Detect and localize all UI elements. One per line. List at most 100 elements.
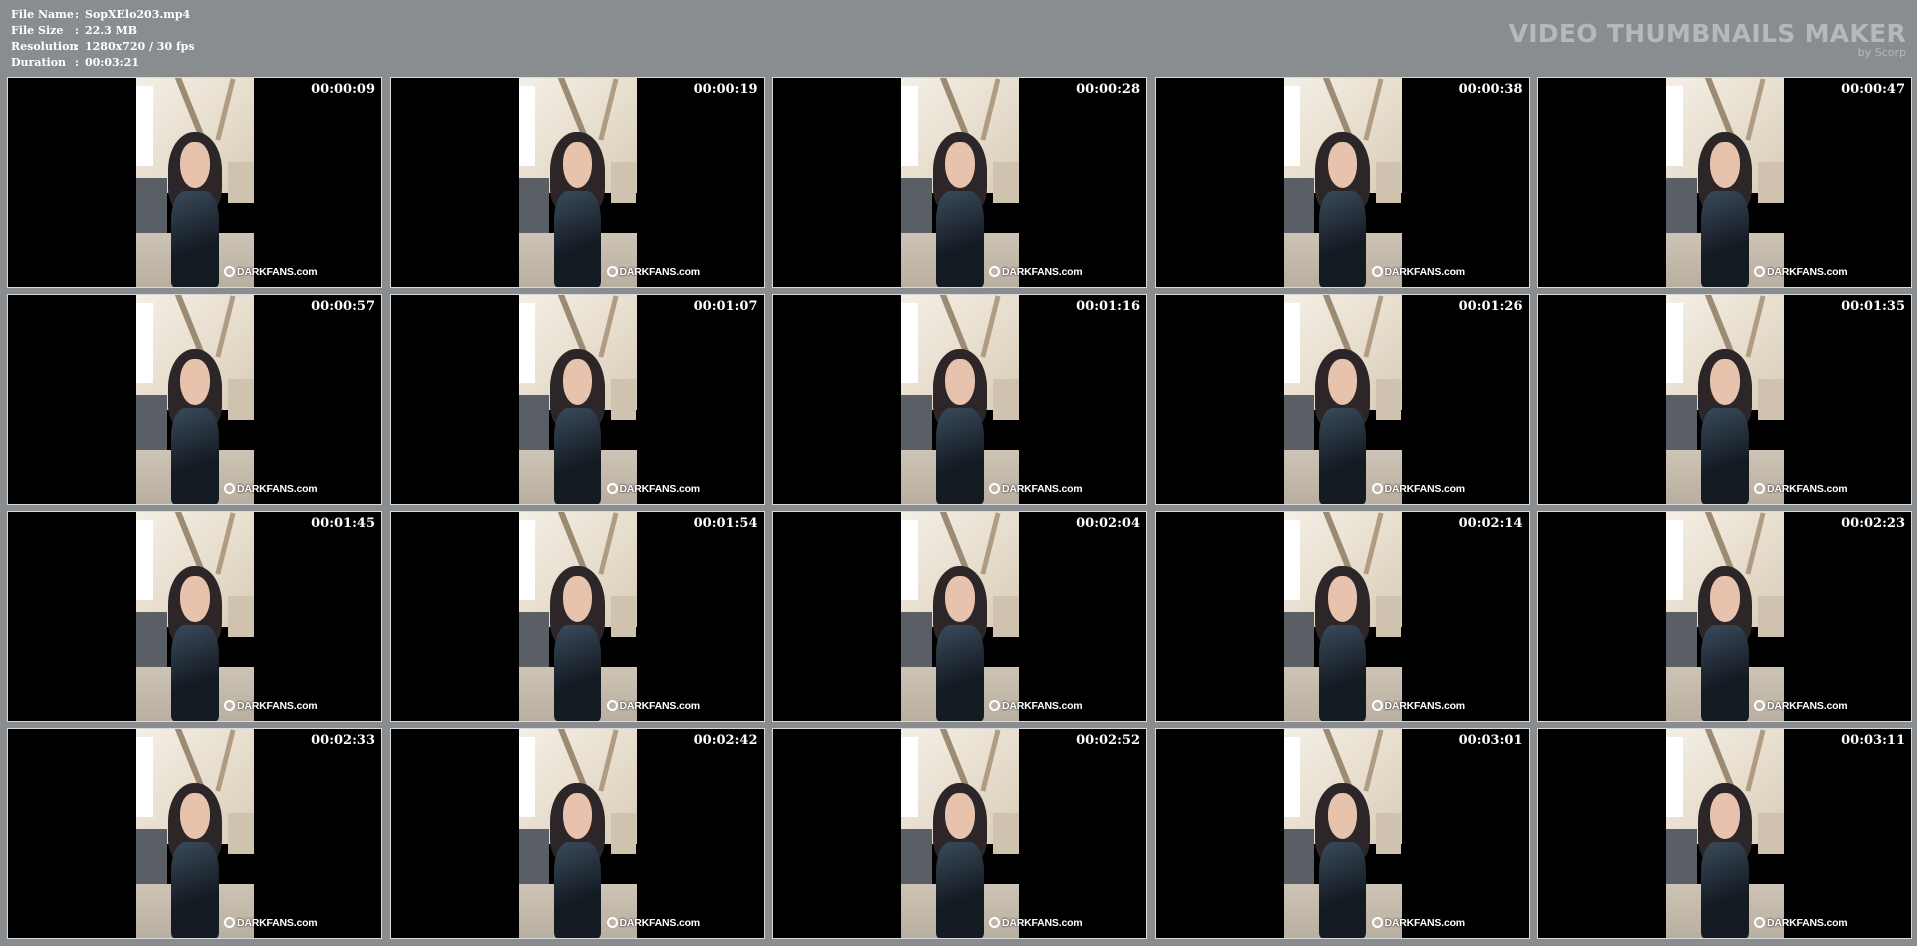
info-row-file-size: File Size : 22.3 MB (11, 23, 195, 39)
watermark: DARKFANS.com (1371, 917, 1465, 929)
watermark: DARKFANS.com (989, 917, 1083, 929)
video-frame-image (518, 295, 637, 504)
timestamp-label: 00:02:14 (1458, 516, 1523, 531)
info-value-file-size: 22.3 MB (85, 24, 138, 37)
info-separator: : (75, 56, 80, 69)
info-row-resolution: Resolution : 1280x720 / 30 fps (11, 39, 195, 55)
thumbnail-tile[interactable]: 00:01:26 DARKFANS.com (1154, 294, 1530, 505)
watermark-text: DARKFANS.com (237, 483, 318, 495)
thumbnail-tile[interactable]: 00:02:52 DARKFANS.com (772, 728, 1147, 939)
watermark-text: DARKFANS.com (237, 266, 318, 278)
watermark-logo-icon (989, 266, 1000, 277)
watermark: DARKFANS.com (989, 266, 1083, 278)
watermark-logo-icon (1371, 266, 1383, 277)
watermark-text: DARKFANS.com (237, 917, 318, 929)
watermark-logo-icon (989, 700, 1000, 711)
thumbnail-tile[interactable]: 00:02:04 DARKFANS.com (772, 511, 1147, 722)
info-separator: : (75, 40, 80, 53)
info-separator: : (75, 24, 80, 37)
video-frame-image (901, 78, 1019, 287)
thumbnail-tile[interactable]: 00:02:42 DARKFANS.com (389, 728, 765, 939)
video-frame-image (901, 729, 1019, 938)
watermark-text: DARKFANS.com (1767, 700, 1848, 712)
timestamp-label: 00:01:16 (1076, 299, 1140, 314)
timestamp-label: 00:01:07 (693, 299, 758, 314)
video-frame-image (1666, 295, 1784, 504)
watermark: DARKFANS.com (1371, 700, 1466, 712)
watermark-logo-icon (224, 483, 235, 494)
watermark-text: DARKFANS.com (619, 483, 701, 495)
watermark-logo-icon (224, 266, 235, 277)
video-frame-image (518, 78, 637, 287)
info-value-resolution: 1280x720 / 30 fps (85, 40, 195, 53)
thumbnail-tile[interactable]: 00:00:19 DARKFANS.com (389, 77, 765, 288)
info-value-file-name: SopXElo203.mp4 (85, 8, 191, 21)
watermark: DARKFANS.com (606, 700, 701, 712)
thumbnail-tile[interactable]: 00:02:14 DARKFANS.com (1154, 511, 1530, 722)
thumbnail-tile[interactable]: 00:01:54 DARKFANS.com (389, 511, 765, 722)
watermark-logo-icon (606, 917, 618, 928)
timestamp-label: 00:01:45 (311, 516, 375, 531)
watermark-text: DARKFANS.com (1384, 266, 1466, 278)
timestamp-label: 00:03:01 (1458, 733, 1523, 748)
video-frame-image (901, 512, 1019, 721)
watermark: DARKFANS.com (989, 483, 1083, 495)
info-row-duration: Duration : 00:03:21 (11, 55, 195, 71)
watermark-text: DARKFANS.com (619, 700, 701, 712)
timestamp-label: 00:00:19 (693, 82, 758, 97)
timestamp-label: 00:00:38 (1458, 82, 1523, 97)
timestamp-label: 00:01:54 (693, 516, 758, 531)
watermark-logo-icon (1371, 917, 1383, 928)
thumbnail-tile[interactable]: 00:00:28 DARKFANS.com (772, 77, 1147, 288)
thumbnail-tile[interactable]: 00:03:01 DARKFANS.com (1154, 728, 1530, 939)
timestamp-label: 00:00:09 (311, 82, 375, 97)
timestamp-label: 00:01:35 (1841, 299, 1905, 314)
timestamp-label: 00:02:04 (1076, 516, 1140, 531)
timestamp-label: 00:02:33 (311, 733, 375, 748)
watermark-logo-icon (606, 483, 618, 494)
brand-logo: VIDEO THUMBNAILS MAKER by Scorp (1509, 20, 1906, 59)
thumbnail-tile[interactable]: 00:02:33 DARKFANS.com (7, 728, 382, 939)
thumbnail-tile[interactable]: 00:01:35 DARKFANS.com (1537, 294, 1912, 505)
thumbnail-tile[interactable]: 00:01:16 DARKFANS.com (772, 294, 1147, 505)
thumbnail-tile[interactable]: 00:03:11 DARKFANS.com (1537, 728, 1912, 939)
video-frame-image (136, 729, 254, 938)
watermark-logo-icon (989, 483, 1000, 494)
thumbnail-tile[interactable]: 00:00:57 DARKFANS.com (7, 294, 382, 505)
video-frame-image (901, 295, 1019, 504)
watermark-text: DARKFANS.com (1384, 700, 1466, 712)
timestamp-label: 00:00:57 (311, 299, 375, 314)
timestamp-label: 00:00:47 (1841, 82, 1905, 97)
watermark-text: DARKFANS.com (1767, 266, 1848, 278)
brand-subtitle: by Scorp (1857, 46, 1906, 59)
video-frame-image (136, 78, 254, 287)
watermark-logo-icon (989, 917, 1000, 928)
info-key: Resolution (11, 40, 78, 53)
video-frame-image (1666, 512, 1784, 721)
watermark-logo-icon (606, 700, 618, 711)
info-key: File Name (11, 8, 74, 21)
watermark: DARKFANS.com (1754, 266, 1848, 278)
info-row-file-name: File Name : SopXElo203.mp4 (11, 7, 195, 23)
timestamp-label: 00:03:11 (1841, 733, 1905, 748)
timestamp-label: 00:01:26 (1458, 299, 1523, 314)
thumbnail-tile[interactable]: 00:00:47 DARKFANS.com (1537, 77, 1912, 288)
watermark: DARKFANS.com (1371, 266, 1466, 278)
thumbnail-tile[interactable]: 00:02:23 DARKFANS.com (1537, 511, 1912, 722)
timestamp-label: 00:00:28 (1076, 82, 1140, 97)
watermark-text: DARKFANS.com (619, 917, 701, 929)
video-frame-image (518, 729, 637, 938)
watermark: DARKFANS.com (224, 266, 318, 278)
thumbnail-tile[interactable]: 00:00:09 DARKFANS.com (7, 77, 382, 288)
watermark-logo-icon (1754, 483, 1765, 494)
thumbnail-tile[interactable]: 00:00:38 DARKFANS.com (1154, 77, 1530, 288)
timestamp-label: 00:02:52 (1076, 733, 1140, 748)
video-frame-image (1283, 729, 1402, 938)
watermark: DARKFANS.com (606, 266, 700, 278)
timestamp-label: 00:02:42 (693, 733, 758, 748)
watermark: DARKFANS.com (1754, 917, 1848, 929)
thumbnail-tile[interactable]: 00:01:07 DARKFANS.com (389, 294, 765, 505)
watermark: DARKFANS.com (224, 483, 318, 495)
thumbnail-tile[interactable]: 00:01:45 DARKFANS.com (7, 511, 382, 722)
timestamp-label: 00:02:23 (1841, 516, 1905, 531)
